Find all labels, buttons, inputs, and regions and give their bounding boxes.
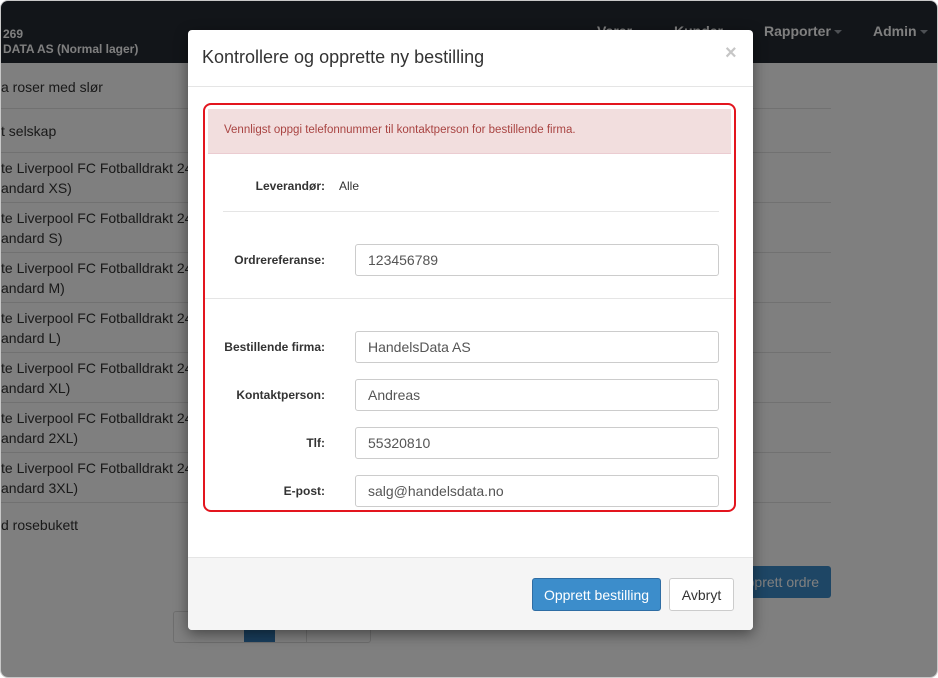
contact-label: Kontaktperson: — [236, 388, 325, 402]
highlight-box: Vennligst oppgi telefonnummer til kontak… — [203, 103, 736, 512]
company-label: Bestillende firma: — [224, 340, 325, 354]
modal-header: Kontrollere og opprette ny bestilling × — [188, 30, 753, 87]
phone-label: Tlf: — [306, 436, 325, 450]
phone-input[interactable] — [355, 427, 719, 459]
order-modal: Kontrollere og opprette ny bestilling × … — [188, 30, 753, 630]
company-input[interactable] — [355, 331, 719, 363]
modal-footer: Opprett bestilling Avbryt — [188, 557, 753, 630]
email-label: E-post: — [283, 484, 325, 498]
close-icon[interactable]: × — [725, 42, 737, 65]
order-ref-label: Ordrereferanse: — [234, 253, 325, 267]
error-alert: Vennligst oppgi telefonnummer til kontak… — [208, 109, 731, 154]
order-ref-input[interactable] — [355, 244, 719, 276]
divider — [205, 298, 734, 299]
supplier-value: Alle — [339, 179, 360, 193]
email-input[interactable] — [355, 475, 719, 507]
divider — [223, 211, 719, 212]
app-frame: 269 DATA AS (Normal lager) Varer Kunder … — [0, 0, 938, 678]
cancel-button[interactable]: Avbryt — [669, 578, 734, 611]
alert-text: Vennligst oppgi telefonnummer til kontak… — [224, 124, 576, 136]
modal-title: Kontrollere og opprette ny bestilling — [202, 47, 485, 67]
submit-order-button[interactable]: Opprett bestilling — [532, 578, 661, 611]
contact-input[interactable] — [355, 379, 719, 411]
supplier-label: Leverandør: — [255, 179, 325, 193]
